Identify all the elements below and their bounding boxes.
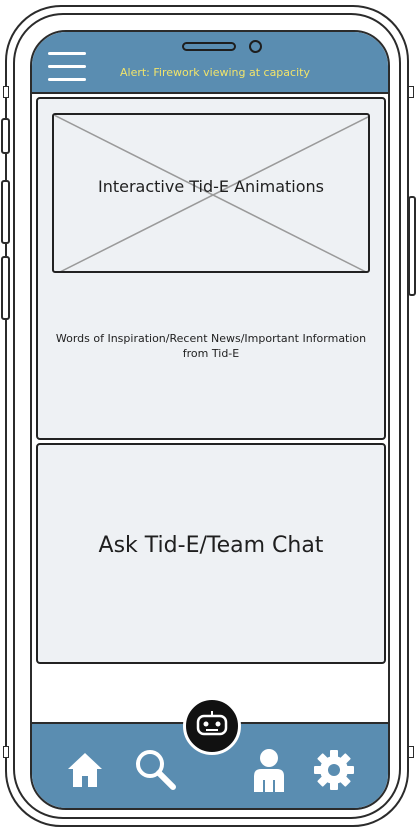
search-icon[interactable]	[134, 748, 178, 796]
power-button	[408, 196, 416, 296]
silent-switch	[1, 118, 10, 154]
phone-screen: Alert: Firework viewing at capacity Inte…	[30, 30, 390, 810]
top-bar: Alert: Firework viewing at capacity	[32, 32, 388, 94]
chat-panel[interactable]: Ask Tid-E/Team Chat	[36, 443, 386, 664]
volume-down-button	[1, 256, 10, 320]
front-camera	[249, 40, 262, 53]
home-icon[interactable]	[66, 750, 104, 794]
chat-title: Ask Tid-E/Team Chat	[98, 533, 324, 558]
alert-banner[interactable]: Alert: Firework viewing at capacity	[120, 66, 360, 79]
antenna-line	[3, 86, 9, 98]
volume-up-button	[1, 180, 10, 244]
info-panel: Interactive Tid-E Animations Words of In…	[36, 97, 386, 440]
tid-e-chat-button[interactable]	[183, 697, 241, 755]
menu-icon[interactable]	[48, 52, 86, 82]
profile-icon[interactable]	[250, 748, 288, 796]
antenna-line	[408, 746, 414, 758]
speaker-grille	[182, 42, 236, 51]
animation-title: Interactive Tid-E Animations	[97, 177, 325, 196]
inspiration-text: Words of Inspiration/Recent News/Importa…	[55, 332, 367, 360]
antenna-line	[408, 86, 414, 98]
gear-icon[interactable]	[312, 748, 356, 796]
animation-placeholder[interactable]: Interactive Tid-E Animations	[52, 113, 370, 273]
robot-icon	[196, 711, 228, 736]
antenna-line	[3, 746, 9, 758]
